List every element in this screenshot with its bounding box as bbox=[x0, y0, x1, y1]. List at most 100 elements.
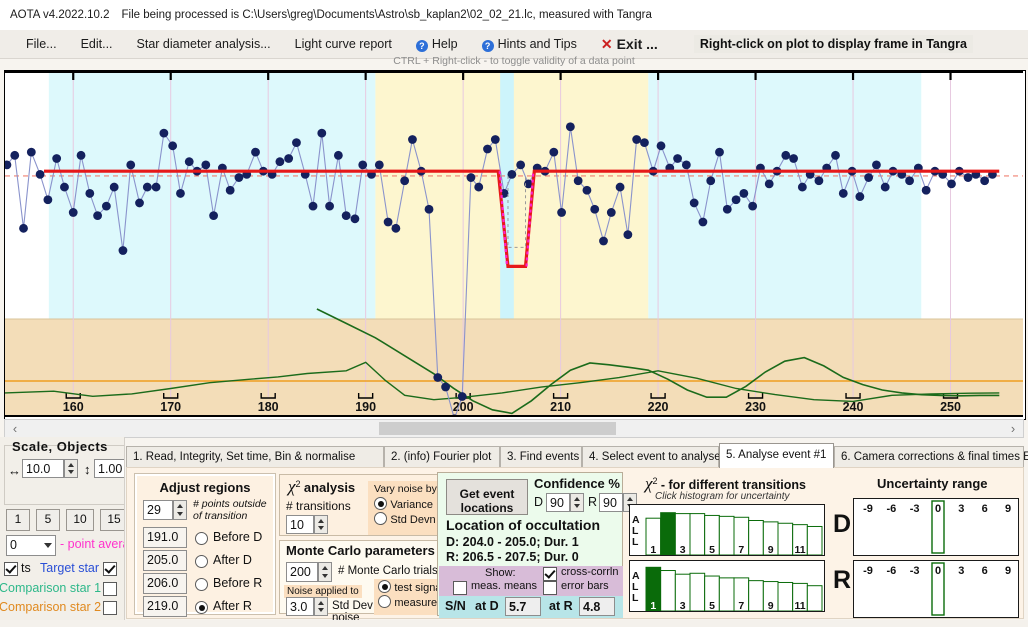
std-devn-radio[interactable] bbox=[374, 512, 387, 525]
object-row-comparison-1[interactable]: Comparison star 1 bbox=[0, 581, 124, 599]
plot-canvas[interactable]: 160 170 180 190 200 210 220 230 240 250 bbox=[5, 71, 1023, 417]
scroll-right-icon[interactable]: › bbox=[1004, 420, 1022, 437]
std-dev-limit-input[interactable]: 3.0 bbox=[286, 597, 314, 616]
chi-superscript: 2 bbox=[295, 479, 301, 489]
svg-text:7: 7 bbox=[738, 600, 744, 611]
menu-item-hints-and-tips[interactable]: ? Hints and Tips bbox=[470, 35, 589, 54]
error-bars-label: error bars bbox=[561, 580, 609, 592]
chi-histogram-r[interactable]: A L L 1 3 5 7 9 11 bbox=[629, 560, 825, 612]
before-r-label: Before R bbox=[213, 576, 263, 590]
svg-text:3: 3 bbox=[680, 600, 686, 611]
point-average-select[interactable]: 0 bbox=[6, 535, 56, 556]
svg-text:200: 200 bbox=[453, 400, 474, 414]
svg-text:6: 6 bbox=[982, 503, 988, 515]
variance-radio[interactable] bbox=[374, 497, 387, 510]
transitions-input[interactable]: 10 bbox=[286, 515, 314, 534]
quick-scale-10[interactable]: 10 bbox=[66, 509, 94, 531]
monte-carlo-trials-stepper[interactable] bbox=[318, 562, 332, 582]
scroll-left-icon[interactable]: ‹ bbox=[6, 420, 24, 437]
scale-group-title: Scale, Objects bbox=[12, 439, 108, 454]
after-d-input[interactable]: 205.0 bbox=[143, 550, 187, 571]
points-outside-label: # points outside of transition bbox=[193, 498, 267, 522]
confidence-r-input[interactable]: 90 bbox=[599, 493, 623, 512]
monte-carlo-trials-input[interactable]: 200 bbox=[286, 562, 318, 582]
tab-read-integrity[interactable]: 1. Read, Integrity, Set time, Bin & norm… bbox=[126, 446, 384, 467]
light-curve-plot[interactable]: 160 170 180 190 200 210 220 230 240 250 bbox=[4, 70, 1026, 420]
get-event-locations-button[interactable]: Get event locations bbox=[446, 479, 528, 515]
vary-noise-option-variance[interactable]: Variance bbox=[368, 495, 442, 511]
points-outside-stepper[interactable] bbox=[173, 500, 187, 520]
sn-at-r-value: 4.8 bbox=[579, 597, 615, 616]
quick-scale-buttons: 1 5 10 15 bbox=[6, 509, 124, 531]
tab-analyse-event[interactable]: 5. Analyse event #1 bbox=[719, 443, 834, 468]
after-d-radio[interactable] bbox=[195, 555, 208, 568]
quick-scale-15[interactable]: 15 bbox=[100, 509, 124, 531]
after-r-input[interactable]: 219.0 bbox=[143, 596, 187, 617]
scale-objects-panel: Scale, Objects ↔ 10.0 ↕ 1.00 1 5 10 15 0… bbox=[0, 437, 125, 627]
menu-item-exit-label: Exit ... bbox=[616, 35, 658, 52]
menu-item-help[interactable]: ? Help bbox=[404, 35, 470, 54]
h-scale-stepper[interactable] bbox=[64, 459, 78, 478]
object-row-target[interactable]: ts Target star bbox=[2, 561, 124, 579]
tab-fourier-plot[interactable]: 2. (info) Fourier plot bbox=[384, 446, 500, 467]
noise-option-test-signal[interactable]: test signal bbox=[374, 579, 444, 594]
before-r-input[interactable]: 206.0 bbox=[143, 573, 187, 594]
std-dev-limit-stepper[interactable] bbox=[314, 597, 328, 616]
before-d-input[interactable]: 191.0 bbox=[143, 527, 187, 548]
h-scale-input[interactable]: 10.0 bbox=[22, 459, 64, 478]
confidence-title: Confidence % bbox=[534, 476, 620, 491]
cross-corrln-checkbox[interactable] bbox=[543, 567, 557, 581]
confidence-d-input[interactable]: 90 bbox=[546, 493, 570, 512]
measured-radio[interactable] bbox=[378, 595, 391, 608]
menu-item-file[interactable]: File... bbox=[14, 35, 69, 53]
chi-histogram-d[interactable]: A L L 1 3 5 7 9 11 bbox=[629, 504, 825, 556]
test-signal-radio[interactable] bbox=[378, 580, 391, 593]
scrollbar-thumb[interactable] bbox=[379, 422, 616, 435]
object-row-comparison-2[interactable]: Comparison star 2 bbox=[0, 600, 124, 618]
menu-item-light-curve-report[interactable]: Light curve report bbox=[283, 35, 404, 53]
vertical-resize-icon: ↕ bbox=[84, 462, 91, 477]
chi-histogram-d-letter: D bbox=[833, 510, 852, 538]
tab-find-events[interactable]: 3. Find events bbox=[500, 446, 582, 467]
chi-hist-subtitle: Click histogram for uncertainty bbox=[655, 491, 790, 502]
v-scale-input[interactable]: 1.00 bbox=[94, 459, 124, 478]
svg-text:230: 230 bbox=[745, 400, 766, 414]
vary-noise-option-stddevn[interactable]: Std Devn bbox=[368, 511, 442, 526]
points-checkbox[interactable] bbox=[4, 562, 18, 576]
quick-scale-1[interactable]: 1 bbox=[6, 509, 30, 531]
object-checkbox-target-star[interactable] bbox=[103, 562, 117, 576]
plot-horizontal-scrollbar[interactable]: ‹ › bbox=[4, 419, 1024, 438]
svg-text:3: 3 bbox=[958, 565, 964, 577]
object-checkbox-comparison-star-1[interactable] bbox=[103, 582, 117, 596]
tab-select-event[interactable]: 4. Select event to analyse bbox=[582, 446, 721, 467]
vary-noise-group: Vary noise by Variance Std Devn bbox=[368, 481, 442, 535]
menu-item-exit[interactable]: ✕ Exit ... bbox=[589, 34, 670, 55]
meas-means-label: meas. means bbox=[471, 580, 538, 592]
svg-text:11: 11 bbox=[794, 544, 805, 555]
svg-text:L: L bbox=[632, 536, 639, 548]
points-outside-input[interactable]: 29 bbox=[143, 500, 173, 520]
after-r-radio[interactable] bbox=[195, 601, 208, 614]
error-bars-checkbox[interactable] bbox=[543, 581, 557, 595]
show-label: Show: bbox=[485, 567, 516, 579]
tab-camera-corrections[interactable]: 6. Camera corrections & final times Even… bbox=[834, 446, 1028, 467]
uncertainty-panel-r[interactable]: -9 -6 -3 0 3 6 9 bbox=[853, 560, 1019, 618]
menu-item-star-diameter-analysis[interactable]: Star diameter analysis... bbox=[125, 35, 283, 53]
meas-means-checkbox[interactable] bbox=[453, 581, 467, 595]
points-label: ts bbox=[21, 561, 31, 575]
uncertainty-panel-d[interactable]: -9 -6 -3 0 3 6 9 bbox=[853, 498, 1019, 556]
svg-text:5: 5 bbox=[709, 600, 715, 611]
quick-scale-5[interactable]: 5 bbox=[36, 509, 60, 531]
chi-hist-title-text: - for different transitions bbox=[660, 478, 806, 492]
svg-text:190: 190 bbox=[355, 400, 376, 414]
noise-option-measured[interactable]: measured bbox=[374, 594, 444, 609]
svg-text:6: 6 bbox=[982, 565, 988, 577]
menu-item-edit[interactable]: Edit... bbox=[69, 35, 125, 53]
before-d-radio[interactable] bbox=[195, 532, 208, 545]
confidence-d-stepper[interactable] bbox=[570, 493, 584, 512]
svg-text:-6: -6 bbox=[886, 503, 896, 515]
transitions-stepper[interactable] bbox=[314, 515, 328, 534]
object-checkbox-comparison-star-2[interactable] bbox=[103, 601, 117, 615]
chi-histogram-r-letter: R bbox=[833, 566, 852, 594]
before-r-radio[interactable] bbox=[195, 578, 208, 591]
